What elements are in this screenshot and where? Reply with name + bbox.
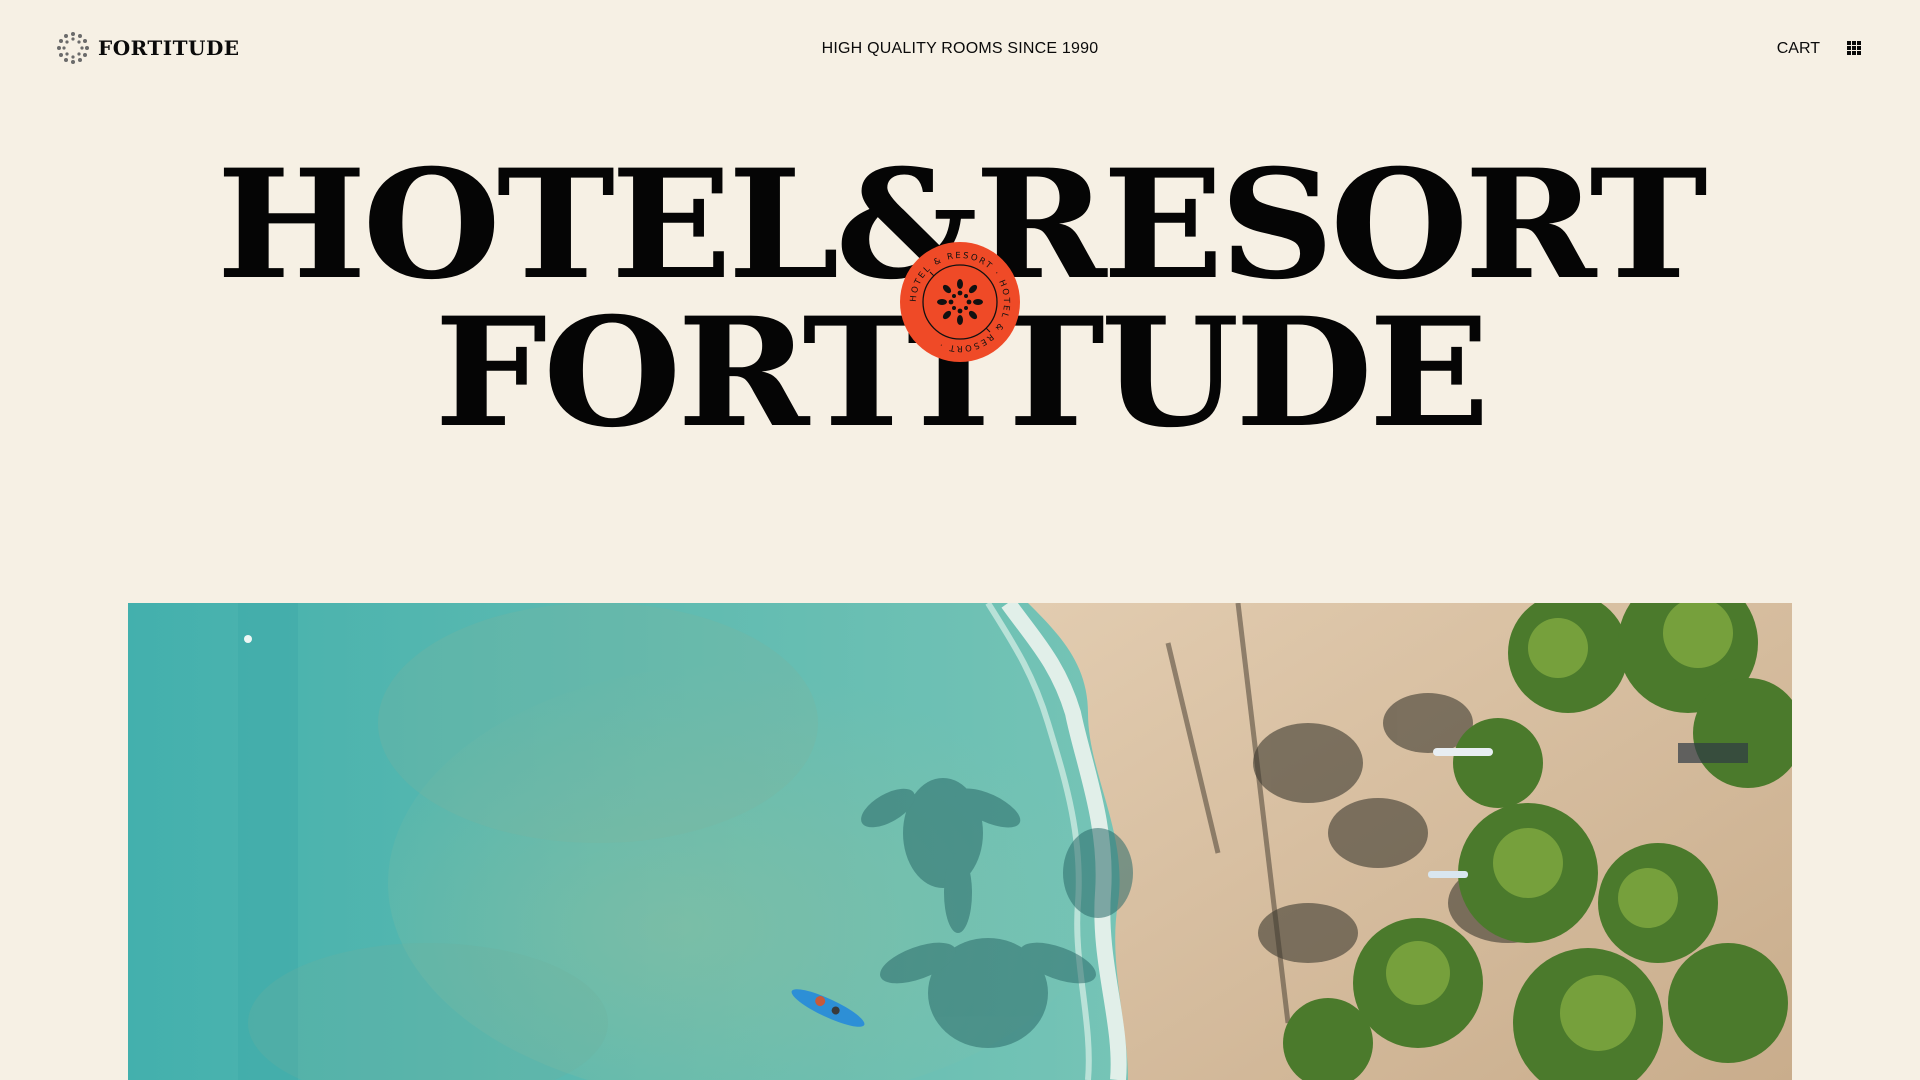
cart-link[interactable]: CART — [1777, 40, 1820, 58]
grid-menu-icon — [1847, 41, 1861, 55]
menu-button[interactable] — [1846, 40, 1862, 56]
site-header: FORTITUDE HIGH QUALITY ROOMS SINCE 1990 … — [0, 0, 1920, 98]
tagline-text: HIGH QUALITY ROOMS SINCE 1990 — [821, 40, 1099, 57]
tagline-container: HIGH QUALITY ROOMS SINCE 1990 — [0, 40, 1920, 58]
beach-illustration — [128, 603, 1792, 1080]
hotel-resort-badge: HOTEL & RESORT · HOTEL & RESORT · — [900, 242, 1020, 362]
badge-graphic: HOTEL & RESORT · HOTEL & RESORT · — [902, 244, 1018, 360]
aerial-beach-image — [128, 603, 1792, 1080]
landing-page: FORTITUDE HIGH QUALITY ROOMS SINCE 1990 … — [0, 0, 1920, 1080]
